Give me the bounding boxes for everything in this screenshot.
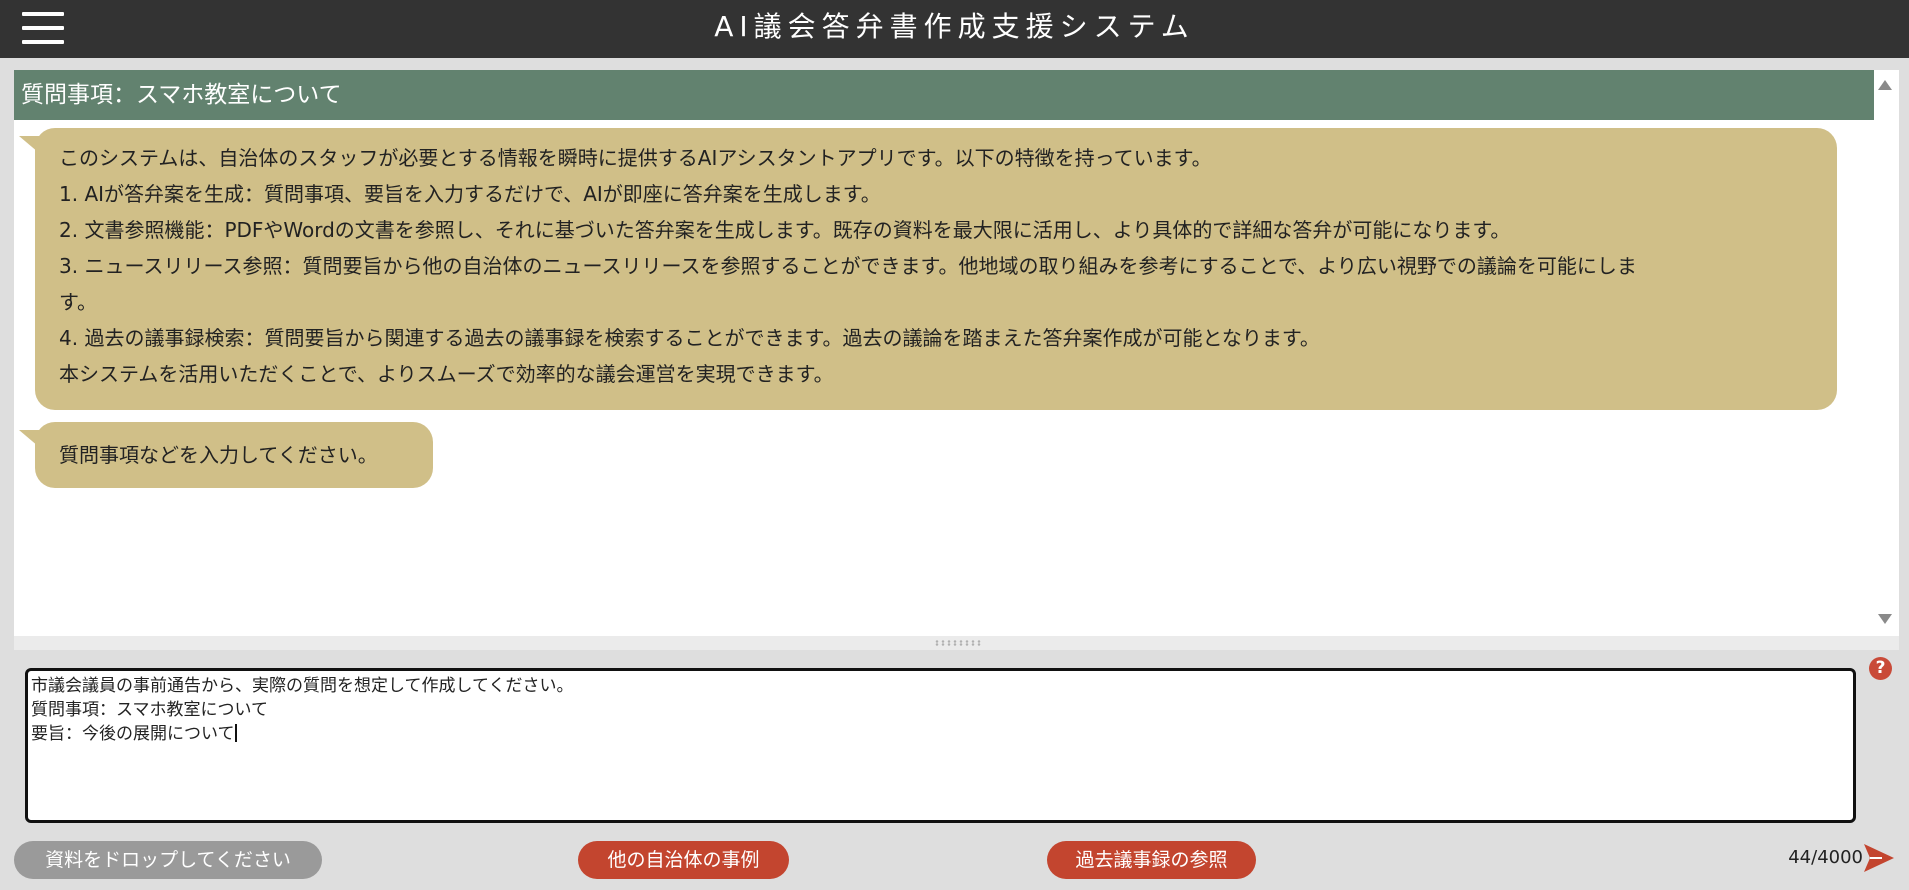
app-title: AI議会答弁書作成支援システム [714,10,1195,43]
message-line: 1. AIが答弁案を生成：質問事項、要旨を入力するだけで、AIが即座に答弁案を生… [59,182,881,206]
send-icon[interactable] [1862,842,1896,874]
scroll-down-arrow-icon[interactable] [1878,614,1892,624]
assistant-prompt-bubble: 質問事項などを入力してください。 [19,422,433,488]
help-icon[interactable]: ? [1869,657,1892,680]
subject-bar: 質問事項：スマホ教室について [14,70,1874,120]
subject-title: 質問事項：スマホ教室について [21,82,342,108]
character-count: 44/4000 [1788,847,1863,868]
send-arrow-icon [1864,844,1894,872]
resize-splitter[interactable] [14,636,1899,650]
message-text: このシステムは、自治体のスタッフが必要とする情報を瞬時に提供するAIアシスタント… [59,140,1819,392]
input-line: 市議会議員の事前通告から、実際の質問を想定して作成してください。 [31,676,574,696]
message-line: 2. 文書参照機能：PDFやWordの文書を参照し、それに基づいた答弁案を生成し… [59,218,1511,242]
message-line: このシステムは、自治体のスタッフが必要とする情報を瞬時に提供するAIアシスタント… [59,146,1212,170]
app-header: AI議会答弁書作成支援システム [0,0,1909,58]
bubble-tail [19,430,45,452]
text-caret [234,724,237,742]
bubble-tail [19,136,45,158]
drag-handle-icon[interactable] [934,640,982,646]
message-line: 質問事項などを入力してください。 [59,443,378,467]
scroll-up-arrow-icon[interactable] [1878,80,1892,90]
assistant-message-bubble: このシステムは、自治体のスタッフが必要とする情報を瞬時に提供するAIアシスタント… [19,128,1837,410]
past-minutes-button[interactable]: 過去議事録の参照 [1047,841,1256,879]
chat-panel[interactable]: 質問事項：スマホ教室について このシステムは、自治体のスタッフが必要とする情報を… [14,70,1899,636]
message-line: す。 [59,290,97,314]
input-line: 質問事項：スマホ教室について [31,700,268,720]
message-line: 3. ニュースリリース参照：質問要旨から他の自治体のニュースリリースを参照するこ… [59,254,1637,278]
question-input[interactable]: 市議会議員の事前通告から、実際の質問を想定して作成してください。 質問事項：スマ… [25,668,1856,823]
input-line: 要旨：今後の展開について [31,722,1850,746]
file-drop-button[interactable]: 資料をドロップしてください [14,841,322,879]
other-municipalities-button[interactable]: 他の自治体の事例 [578,841,789,879]
message-line: 本システムを活用いただくことで、よりスムーズで効率的な議会運営を実現できます。 [59,362,834,386]
input-line-text: 要旨：今後の展開について [31,724,235,744]
message-line: 4. 過去の議事録検索：質問要旨から関連する過去の議事録を検索することができます… [59,326,1320,350]
